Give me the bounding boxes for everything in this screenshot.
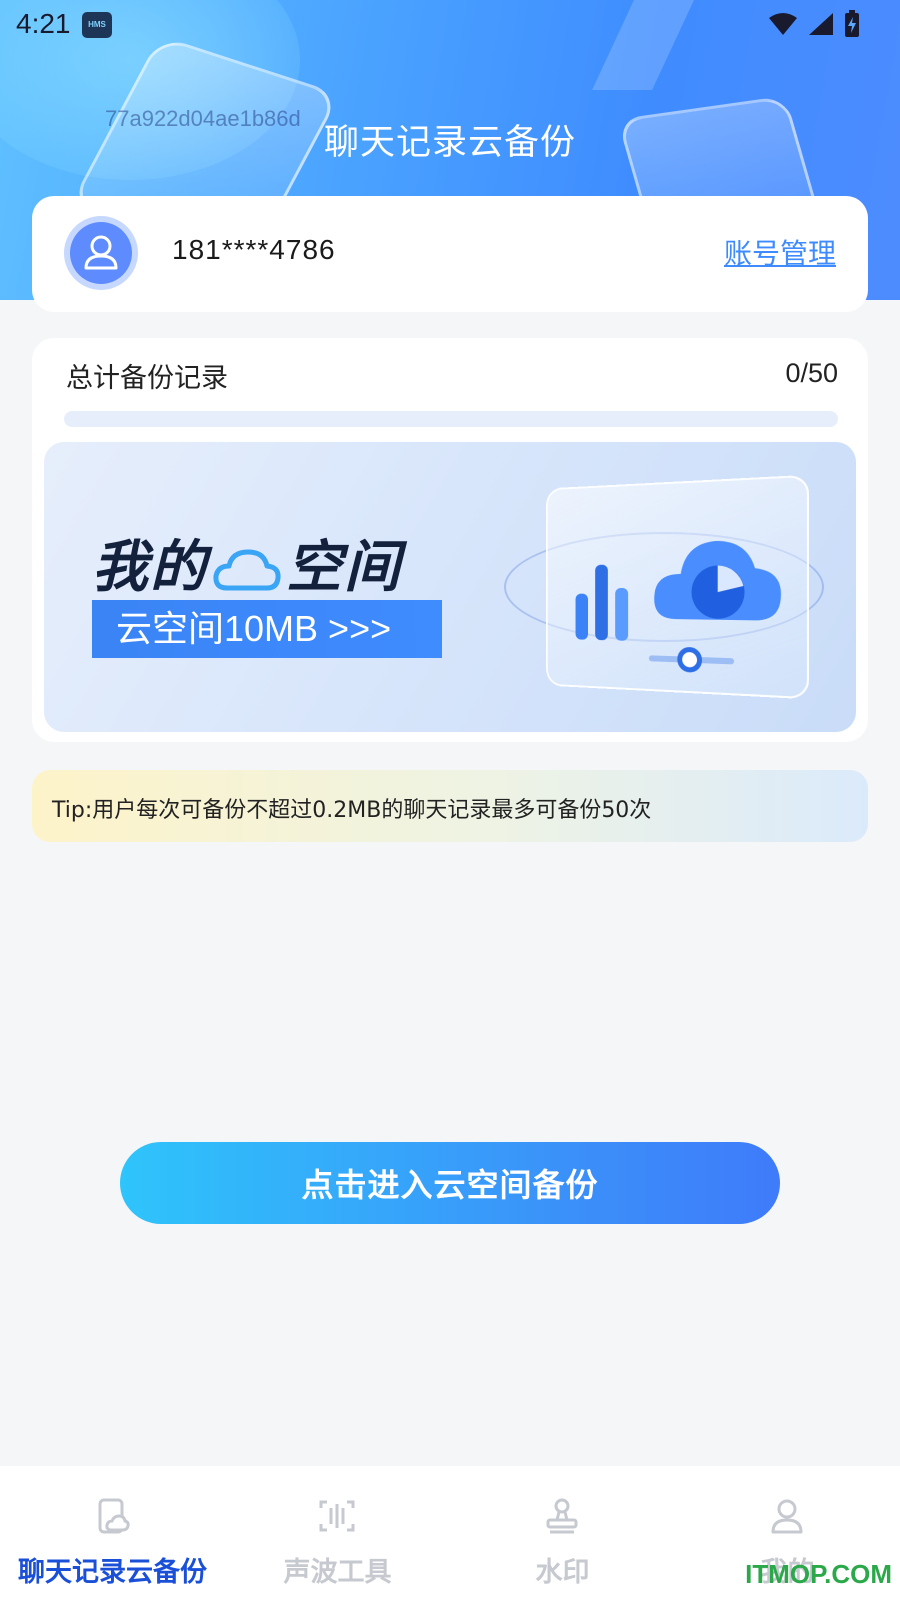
slider-icon (647, 643, 736, 677)
status-time: 4:21 (16, 8, 71, 40)
hms-icon: HMS (82, 12, 112, 38)
bar-chart-icon (574, 555, 638, 644)
tab-chat-backup[interactable]: 聊天记录云备份 (0, 1466, 225, 1600)
backup-total-label: 总计备份记录 (66, 356, 228, 395)
cloud-space-banner[interactable]: 我的 空间 云空间10MB >>> (44, 442, 856, 732)
status-bar: 4:21 HMS (0, 0, 900, 50)
tab-label: 水印 (450, 1550, 675, 1589)
cellular-signal-icon (808, 12, 834, 36)
banner-tag: 云空间10MB >>> (92, 600, 442, 658)
battery-charging-icon (844, 10, 860, 38)
tip-box: Tip:用户每次可备份不超过0.2MB的聊天记录最多可备份50次 (32, 770, 868, 842)
tip-text: Tip:用户每次可备份不超过0.2MB的聊天记录最多可备份50次 (52, 792, 651, 824)
user-icon (70, 222, 132, 284)
enter-cloud-backup-button[interactable]: 点击进入云空间备份 (120, 1142, 780, 1224)
tab-label: 聊天记录云备份 (0, 1550, 225, 1589)
banner-headline: 我的 空间 (92, 522, 402, 603)
tab-soundwave-tool[interactable]: 声波工具 (225, 1466, 450, 1600)
account-phone: 181****4786 (172, 234, 336, 266)
site-watermark: ITMOP.COM (745, 1559, 892, 1590)
tab-watermark[interactable]: 水印 (450, 1466, 675, 1600)
account-card: 181****4786 账号管理 (32, 196, 868, 312)
cloud-pie-icon (647, 520, 789, 637)
avatar[interactable] (64, 216, 138, 290)
backup-summary-card: 总计备份记录 0/50 我的 空间 云空间10MB >>> (32, 338, 868, 742)
backup-count: 0/50 (785, 358, 838, 389)
backup-progress-bar (64, 411, 838, 427)
account-manage-link[interactable]: 账号管理 (724, 232, 836, 272)
wifi-icon (768, 12, 798, 36)
tab-label: 声波工具 (225, 1550, 450, 1589)
stamp-icon (542, 1496, 582, 1536)
user-icon (767, 1496, 807, 1536)
banner-glass-panel (546, 475, 809, 700)
phone-cloud-icon (92, 1496, 132, 1536)
cloud-icon (212, 548, 282, 594)
page-title: 聊天记录云备份 (0, 114, 900, 165)
soundwave-icon (317, 1496, 357, 1536)
status-icons (768, 10, 860, 38)
